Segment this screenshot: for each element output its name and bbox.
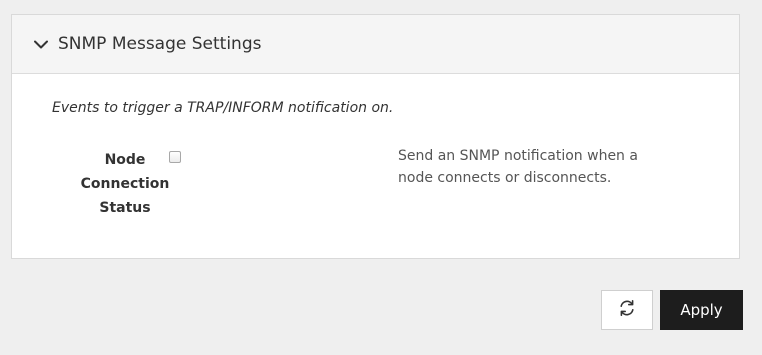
node-connection-status-checkbox[interactable] (169, 151, 181, 163)
panel-title: SNMP Message Settings (58, 34, 262, 54)
apply-button[interactable]: Apply (660, 290, 743, 330)
snmp-message-settings-panel: SNMP Message Settings Events to trigger … (11, 14, 740, 259)
field-description-line: Send an SNMP notification when a (398, 148, 638, 164)
field-label-line: Node (104, 152, 146, 168)
panel-header[interactable]: SNMP Message Settings (12, 15, 739, 74)
field-description-line: node connects or disconnects. (398, 170, 612, 186)
field-label-line: Status (99, 200, 151, 216)
field-description: Send an SNMP notification when a node co… (398, 145, 708, 189)
refresh-button[interactable] (601, 290, 653, 330)
help-text: Events to trigger a TRAP/INFORM notifica… (52, 100, 394, 116)
refresh-icon (618, 299, 636, 321)
chevron-down-icon[interactable] (32, 38, 50, 50)
field-label-line: Connection (80, 176, 170, 192)
node-connection-status-label: Node Connection Status (70, 148, 180, 220)
